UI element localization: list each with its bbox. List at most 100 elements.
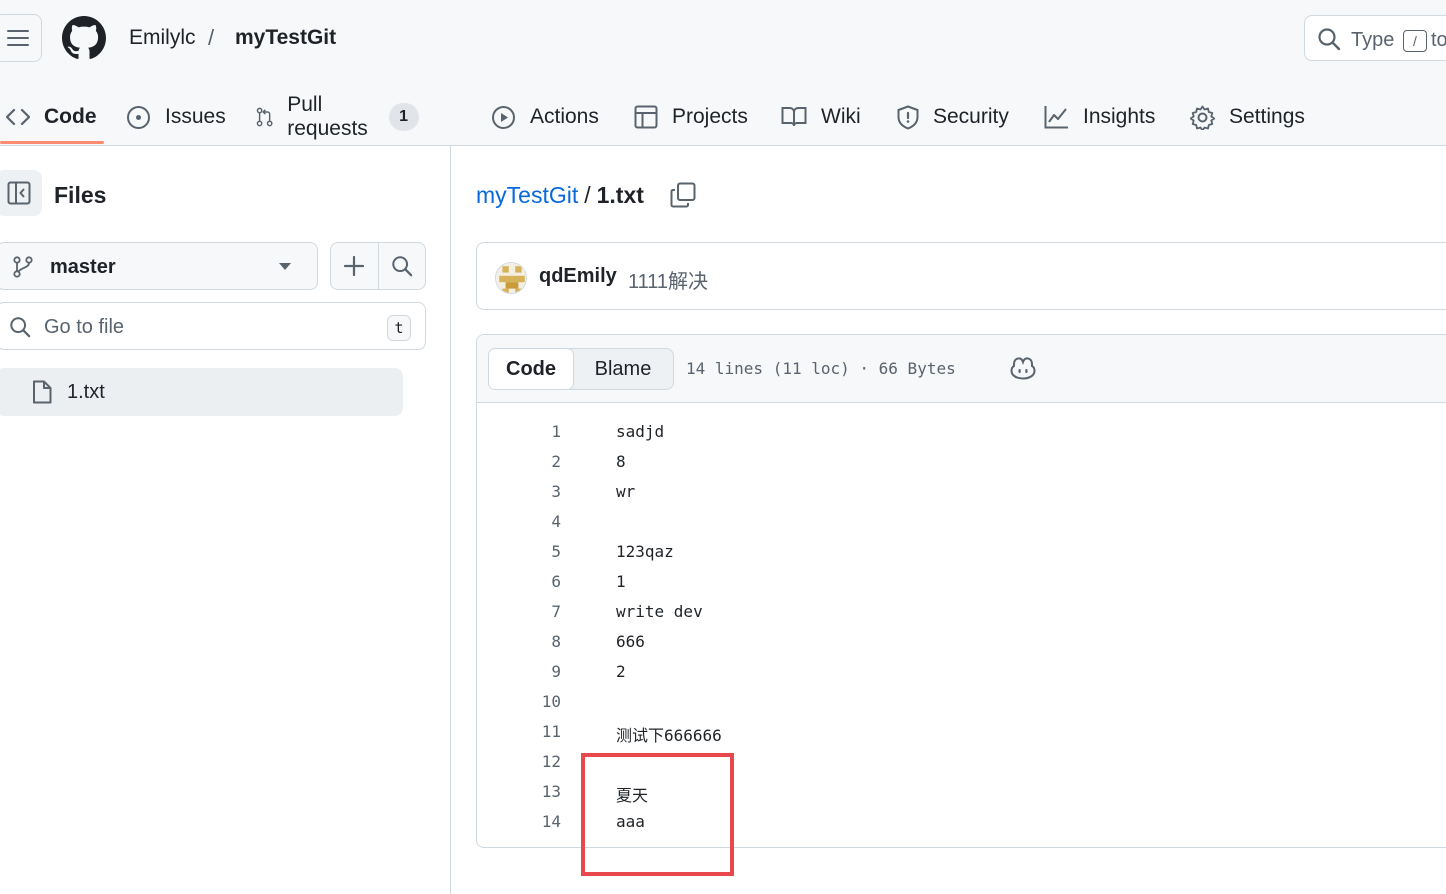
code-line: 92 xyxy=(477,655,1446,685)
line-content: write dev xyxy=(616,602,703,621)
global-search-input[interactable]: Type / to xyxy=(1304,15,1446,61)
github-logo-icon[interactable] xyxy=(62,16,106,60)
tab-pull-requests[interactable]: Pull requests 1 xyxy=(256,90,419,144)
table-icon xyxy=(634,105,658,129)
code-line: 7 write dev xyxy=(477,595,1446,625)
search-placeholder: Type xyxy=(1351,29,1395,51)
search-files-button[interactable] xyxy=(377,243,425,289)
copy-icon[interactable] xyxy=(670,182,696,208)
line-content: 2 xyxy=(616,662,626,681)
tab-label: Pull requests xyxy=(287,93,368,140)
shield-icon xyxy=(897,104,919,130)
line-content: aaa xyxy=(616,812,645,831)
git-branch-icon xyxy=(13,256,33,278)
code-line: 5 123qaz xyxy=(477,535,1446,565)
breadcrumb-owner-link[interactable]: Emilylc xyxy=(129,26,196,50)
file-meta-info: 14 lines (11 loc) · 66 Bytes xyxy=(686,359,956,378)
avatar[interactable] xyxy=(495,262,527,294)
tab-label: Settings xyxy=(1229,105,1305,128)
tab-label: Wiki xyxy=(821,105,861,128)
tab-insights[interactable]: Insights xyxy=(1044,90,1155,144)
line-content: 666 xyxy=(616,632,645,651)
line-number[interactable]: 14 xyxy=(477,812,561,831)
sidebar-title: Files xyxy=(54,182,107,208)
go-to-file-input[interactable]: Go to file t xyxy=(0,302,426,350)
tab-wiki[interactable]: Wiki xyxy=(781,90,861,144)
triangle-down-icon xyxy=(279,263,291,270)
code-line: 8 666 xyxy=(477,625,1446,655)
line-content: 8 xyxy=(616,452,626,471)
line-content: 123qaz xyxy=(616,542,674,561)
tab-code[interactable]: Code xyxy=(6,90,97,144)
branch-selector-button[interactable]: master xyxy=(0,242,318,290)
file-actions-group xyxy=(330,242,426,290)
line-number[interactable]: 13 xyxy=(477,782,561,801)
code-line: 3 wr xyxy=(477,475,1446,505)
copilot-icon[interactable] xyxy=(1010,356,1036,380)
line-number[interactable]: 3 xyxy=(477,482,561,501)
plus-icon xyxy=(344,256,365,276)
file-tree-sidebar: Files master Go to file t 1.txt xyxy=(0,146,451,894)
tab-label: Insights xyxy=(1083,105,1156,128)
issue-opened-icon xyxy=(127,105,150,129)
commit-author-link[interactable]: qdEmily xyxy=(539,265,617,288)
path-file-name: 1.txt xyxy=(596,182,644,208)
code-line: 13 夏天 xyxy=(477,775,1446,805)
line-number[interactable]: 7 xyxy=(477,602,561,621)
gear-icon xyxy=(1190,105,1215,130)
line-number[interactable]: 12 xyxy=(477,752,561,771)
tab-security[interactable]: Security xyxy=(897,90,1009,144)
line-number[interactable]: 11 xyxy=(477,722,561,741)
add-file-button[interactable] xyxy=(331,243,378,289)
play-icon xyxy=(492,105,515,129)
line-number[interactable]: 8 xyxy=(477,632,561,651)
commit-message-link[interactable]: 1111解决 xyxy=(628,265,708,294)
pull-requests-count-badge: 1 xyxy=(388,103,419,131)
tab-issues[interactable]: Issues xyxy=(126,90,226,144)
collapse-sidebar-button[interactable] xyxy=(0,170,42,216)
line-number[interactable]: 6 xyxy=(477,572,561,591)
tab-actions[interactable]: Actions xyxy=(491,90,599,144)
tab-settings[interactable]: Settings xyxy=(1190,90,1305,144)
code-line: 10 xyxy=(477,685,1446,715)
file-path-breadcrumb: myTestGit / 1.txt xyxy=(476,182,644,209)
line-number[interactable]: 4 xyxy=(477,512,561,531)
file-icon xyxy=(33,380,52,404)
tab-projects[interactable]: Projects xyxy=(634,90,748,144)
file-tree-item[interactable]: 1.txt xyxy=(0,368,403,416)
line-number[interactable]: 2 xyxy=(477,452,561,471)
git-pull-request-icon xyxy=(256,107,273,127)
line-number[interactable]: 5 xyxy=(477,542,561,561)
menu-button[interactable] xyxy=(0,14,42,62)
sidebar-collapse-icon xyxy=(7,181,31,205)
line-number[interactable]: 1 xyxy=(477,422,561,441)
search-placeholder-rest: to xyxy=(1431,29,1446,51)
line-content: 1 xyxy=(616,572,626,591)
code-line: 14 aaa xyxy=(477,805,1446,835)
search-shortcut-key: / xyxy=(1403,30,1427,52)
tab-label: Code xyxy=(44,105,97,128)
tab-label: Issues xyxy=(165,105,226,128)
path-repo-link[interactable]: myTestGit xyxy=(476,182,578,209)
line-content: 夏天 xyxy=(616,786,649,805)
code-line: 11 测试下666666 xyxy=(477,715,1446,745)
code-view-button[interactable]: Code xyxy=(488,348,574,390)
breadcrumb-repo-link[interactable]: myTestGit xyxy=(235,26,336,50)
code-line: 28 xyxy=(477,445,1446,475)
go-to-file-shortcut-key: t xyxy=(387,315,411,341)
graph-icon xyxy=(1044,106,1068,129)
line-number[interactable]: 10 xyxy=(477,692,561,711)
line-number[interactable]: 9 xyxy=(477,662,561,681)
tab-label: Security xyxy=(933,105,1009,128)
path-separator: / xyxy=(584,182,591,208)
file-viewer-header: Code Blame 14 lines (11 loc) · 66 Bytes xyxy=(477,335,1446,403)
app-header: Emilylc / myTestGit Type / to Code Issue… xyxy=(0,0,1446,146)
blame-view-button[interactable]: Blame xyxy=(574,349,672,389)
tab-label: Actions xyxy=(530,105,599,128)
file-tree-item-label: 1.txt xyxy=(67,381,105,403)
view-mode-toggle: Code Blame xyxy=(488,348,674,390)
tab-label: Projects xyxy=(672,105,748,128)
book-icon xyxy=(781,107,807,127)
code-line: 12 xyxy=(477,745,1446,775)
line-content: 测试下666666 xyxy=(616,726,722,745)
